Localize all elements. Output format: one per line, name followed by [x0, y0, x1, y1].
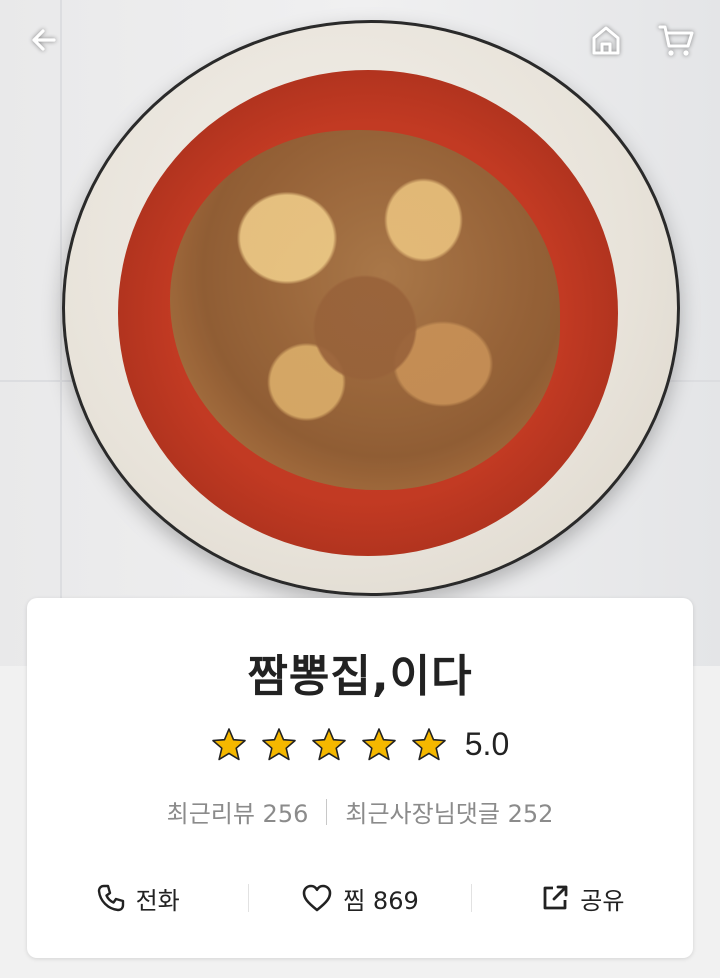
cart-icon [658, 25, 694, 56]
rating-row: 5.0 [27, 726, 693, 763]
divider [326, 798, 328, 825]
owner-replies-link[interactable]: 최근사장님댓글 252 [345, 794, 553, 829]
cart-button[interactable] [654, 18, 698, 62]
review-stats: 최근리뷰 256 최근사장님댓글 252 [27, 794, 693, 829]
action-bar: 전화 찜 869 공유 [27, 868, 693, 928]
back-button[interactable] [22, 18, 66, 62]
share-icon [543, 885, 568, 910]
call-button[interactable]: 전화 [27, 881, 248, 916]
store-hero-image [0, 0, 720, 666]
home-button[interactable] [584, 18, 628, 62]
share-label: 공유 [580, 886, 625, 915]
star-icon [411, 727, 446, 760]
share-button[interactable]: 공유 [472, 881, 693, 916]
recent-reviews-link[interactable]: 최근리뷰 256 [167, 794, 309, 829]
favorite-button[interactable]: 찜 869 [249, 881, 470, 916]
arrow-left-icon [32, 29, 56, 51]
heart-outline-icon [302, 884, 332, 912]
call-label: 전화 [135, 886, 180, 915]
star-icon [261, 727, 296, 760]
tile-line [60, 0, 62, 666]
store-info-card: 짬뽕집,이다 5.0 최근리뷰 256 최근사장님댓글 252 전화 찜 869 [27, 598, 693, 958]
phone-icon [97, 884, 124, 912]
star-icon [361, 727, 396, 760]
star-icon [211, 727, 246, 760]
rating-value: 5.0 [464, 726, 510, 762]
store-name: 짬뽕집,이다 [247, 651, 473, 702]
star-icon [311, 727, 346, 760]
home-icon [592, 26, 620, 55]
favorite-label: 찜 869 [343, 886, 419, 915]
